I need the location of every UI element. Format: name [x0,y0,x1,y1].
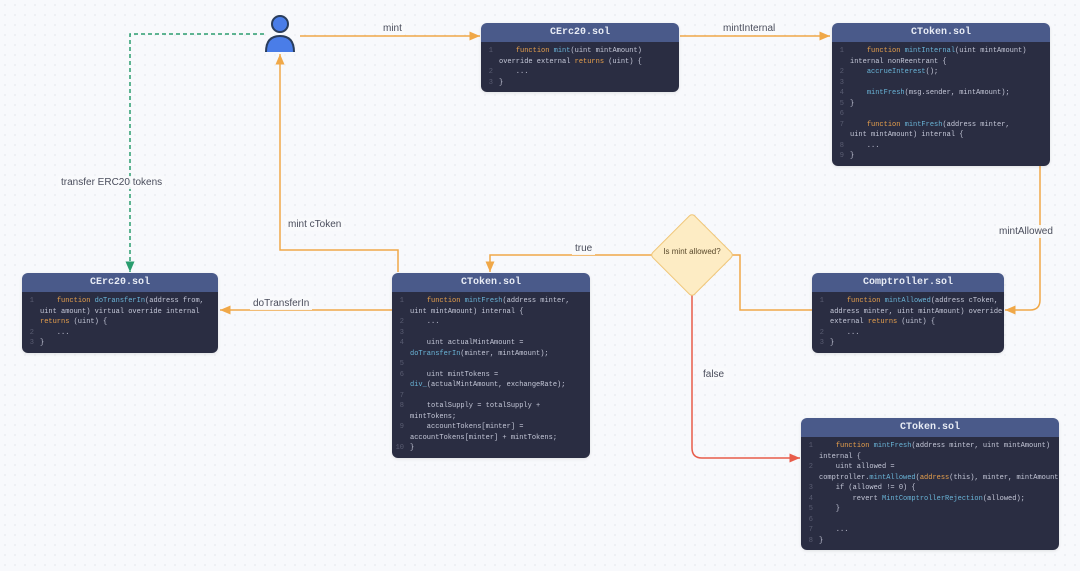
edge-transfer-erc20: transfer ERC20 tokens [58,176,165,189]
node-code: 1 function mint(uint mintAmount)override… [481,42,679,92]
edge-do-transfer-in: doTransferIn [250,297,312,310]
node-code: 1 function doTransferIn(address from,uin… [22,292,218,353]
node-title: CToken.sol [392,273,590,292]
edge-true: true [572,242,595,255]
node-title: CToken.sol [801,418,1059,437]
node-comptroller: Comptroller.sol 1 function mintAllowed(a… [812,273,1004,353]
decision-label: Is mint allowed? [662,247,722,257]
user-icon [262,14,298,54]
node-title: Comptroller.sol [812,273,1004,292]
node-title: CErc20.sol [481,23,679,42]
node-ctoken-revert: CToken.sol 1 function mintFresh(address … [801,418,1059,550]
node-code: 1 function mintAllowed(address cToken,ad… [812,292,1004,353]
node-code: 1 function mintInternal(uint mintAmount)… [832,42,1050,166]
node-cerc20-mint: CErc20.sol 1 function mint(uint mintAmou… [481,23,679,92]
edge-mint-ctoken: mint cToken [285,218,344,231]
node-code: 1 function mintFresh(address minter,uint… [392,292,590,458]
node-title: CToken.sol [832,23,1050,42]
edge-false: false [700,368,727,381]
node-ctoken-mint-internal: CToken.sol 1 function mintInternal(uint … [832,23,1050,166]
node-title: CErc20.sol [22,273,218,292]
node-ctoken-mint-fresh: CToken.sol 1 function mintFresh(address … [392,273,590,458]
edge-mint: mint [380,22,405,35]
edge-mint-internal: mintInternal [720,22,778,35]
edge-mint-allowed: mintAllowed [996,225,1056,238]
node-code: 1 function mintFresh(address minter, uin… [801,437,1059,550]
node-cerc20-do-transfer-in: CErc20.sol 1 function doTransferIn(addre… [22,273,218,353]
